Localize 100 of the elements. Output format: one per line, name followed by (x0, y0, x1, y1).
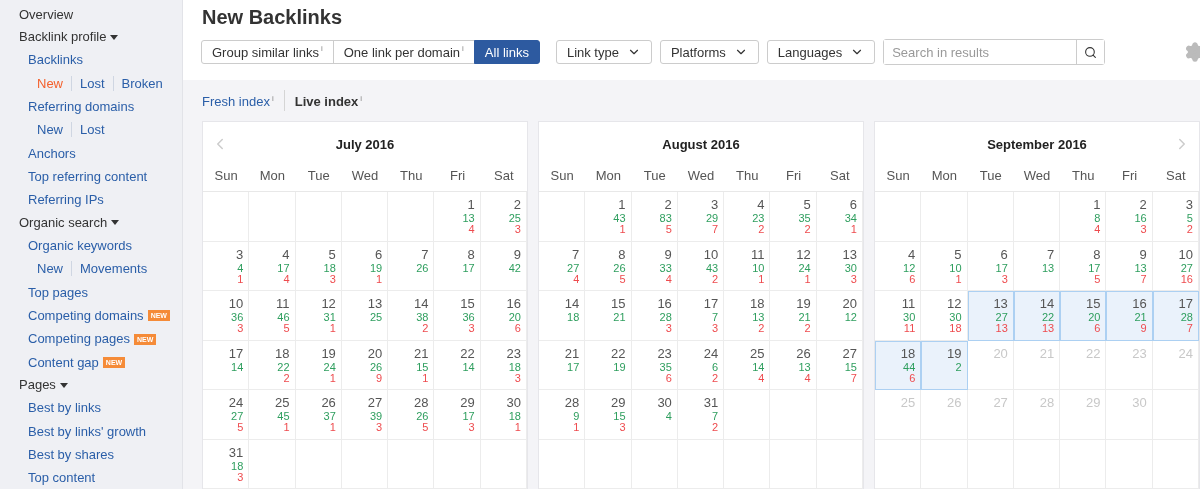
calendar-day[interactable]: 2 25 3 (480, 192, 527, 242)
calendar-day[interactable]: 2 16 3 (1106, 192, 1153, 242)
calendar-day[interactable]: 27 39 3 (341, 390, 389, 440)
calendar-day[interactable]: 27 15 7 (816, 340, 863, 390)
calendar-day[interactable]: 31 18 3 (203, 439, 250, 489)
calendar-day[interactable]: 2 83 5 (631, 192, 678, 242)
calendar-day[interactable]: 1 8 4 (1060, 192, 1107, 242)
calendar-day[interactable]: 26 13 4 (770, 340, 817, 390)
calendar-day[interactable]: 9 13 7 (1106, 241, 1153, 291)
calendar-day[interactable]: 16 20 6 (480, 291, 527, 341)
calendar-day[interactable]: 18 13 2 (724, 291, 771, 341)
calendar-day[interactable]: 16 28 3 (631, 291, 678, 341)
calendar-day[interactable]: 31 7 2 (677, 390, 725, 440)
calendar-day[interactable]: 20 26 9 (341, 340, 389, 390)
link-mode-button[interactable]: All links (473, 40, 540, 64)
calendar-day[interactable]: 6 19 1 (341, 241, 389, 291)
calendar-day[interactable]: 20 12 (816, 291, 863, 341)
calendar-day[interactable]: 5 18 3 (295, 241, 342, 291)
calendar-day[interactable]: 14 22 13 (1013, 291, 1061, 341)
nav-link[interactable]: Organic keywords (28, 233, 182, 258)
calendar-day[interactable]: 10 36 3 (203, 291, 250, 341)
calendar-day[interactable]: 3 29 7 (677, 192, 725, 242)
calendar-day[interactable]: 13 30 3 (816, 241, 863, 291)
nav-link[interactable]: Top pages (28, 280, 182, 304)
calendar-day[interactable]: 25 45 1 (249, 390, 296, 440)
sub-nav-link[interactable]: Movements (71, 261, 156, 277)
calendar-day[interactable]: 10 27 16 (1152, 241, 1199, 291)
calendar-day[interactable]: 6 17 3 (967, 241, 1014, 291)
calendar-day[interactable]: 17 14 (203, 340, 250, 390)
filter-dropdown[interactable]: Platforms (659, 40, 759, 64)
calendar-day[interactable]: 21 15 1 (388, 340, 435, 390)
calendar-day[interactable]: 30 4 (631, 390, 678, 440)
nav-link[interactable]: Overview (19, 4, 182, 26)
nav-link[interactable]: Backlinks (28, 48, 182, 72)
calendar-day[interactable]: 15 21 (585, 291, 632, 341)
calendar-day[interactable]: 21 17 (539, 340, 586, 390)
index-tab[interactable]: Live index$^{i}$ (283, 89, 373, 111)
calendar-day[interactable]: 18 22 2 (249, 340, 296, 390)
nav-link[interactable]: Anchors (28, 141, 182, 165)
calendar-day[interactable]: 28 9 1 (539, 390, 586, 440)
calendar-day[interactable]: 7 13 (1013, 241, 1061, 291)
nav-link[interactable]: Top content (28, 466, 182, 489)
calendar-day[interactable]: 8 17 (434, 241, 481, 291)
calendar-day[interactable]: 9 42 (480, 241, 527, 291)
calendar-day[interactable]: 1 13 4 (434, 192, 481, 242)
link-mode-button[interactable]: Group similar links$^{i}$ (201, 40, 334, 64)
nav-section[interactable]: Pages (19, 374, 182, 397)
sub-nav-link[interactable]: Lost (71, 75, 113, 91)
calendar-day[interactable]: 23 18 3 (480, 340, 527, 390)
calendar-day[interactable]: 26 37 1 (295, 390, 342, 440)
calendar-day[interactable]: 4 17 4 (249, 241, 296, 291)
nav-link[interactable]: Best by links' growth (28, 419, 182, 444)
filter-dropdown[interactable]: Languages (766, 40, 876, 64)
nav-link[interactable]: Best by links (28, 396, 182, 420)
calendar-day[interactable]: 19 2 (921, 340, 968, 390)
calendar-day[interactable]: 7 27 4 (539, 241, 586, 291)
calendar-day[interactable]: 24 6 2 (677, 340, 725, 390)
nav-link[interactable]: Referring domains (28, 94, 182, 119)
calendar-day[interactable]: 24 27 5 (203, 390, 250, 440)
calendar-day[interactable]: 19 24 1 (295, 340, 342, 390)
calendar-day[interactable]: 8 17 5 (1060, 241, 1107, 291)
calendar-day[interactable]: 19 21 2 (770, 291, 817, 341)
sub-nav-link[interactable]: Broken (112, 75, 171, 91)
nav-link[interactable]: Best by shares (28, 443, 182, 467)
nav-section[interactable]: Organic search (19, 211, 182, 234)
calendar-day[interactable]: 11 46 5 (249, 291, 296, 341)
nav-link[interactable]: Referring IPs (28, 188, 182, 212)
filter-dropdown[interactable]: Link type (555, 40, 652, 64)
calendar-day[interactable]: 13 25 (341, 291, 389, 341)
calendar-day[interactable]: 14 38 2 (388, 291, 435, 341)
calendar-day[interactable]: 7 26 (388, 241, 435, 291)
calendar-day[interactable]: 28 26 5 (388, 390, 435, 440)
calendar-day[interactable]: 12 30 18 (921, 291, 968, 341)
calendar-day[interactable]: 11 10 1 (724, 241, 771, 291)
calendar-day[interactable]: 9 33 4 (631, 241, 678, 291)
calendar-day[interactable]: 17 7 3 (677, 291, 725, 341)
calendar-day[interactable]: 29 15 3 (585, 390, 632, 440)
calendar-day[interactable]: 13 27 13 (967, 291, 1014, 341)
calendar-day[interactable]: 6 34 1 (816, 192, 863, 242)
calendar-day[interactable]: 16 21 9 (1106, 291, 1153, 341)
search-button[interactable] (1076, 40, 1105, 64)
calendar-day[interactable]: 5 10 1 (921, 241, 968, 291)
calendar-day[interactable]: 14 18 (539, 291, 586, 341)
calendar-day[interactable]: 15 36 3 (434, 291, 481, 341)
calendar-day[interactable]: 12 31 1 (295, 291, 342, 341)
calendar-day[interactable]: 10 43 2 (677, 241, 725, 291)
calendar-day[interactable]: 3 5 2 (1152, 192, 1199, 242)
sub-nav-link[interactable]: New (37, 261, 71, 277)
calendar-day[interactable]: 18 44 6 (875, 340, 922, 390)
calendar-day[interactable]: 22 19 (585, 340, 632, 390)
nav-link[interactable]: Top referring content (28, 165, 182, 189)
calendar-day[interactable]: 22 14 (434, 340, 481, 390)
calendar-day[interactable]: 17 28 7 (1152, 291, 1199, 341)
calendar-day[interactable]: 1 43 1 (585, 192, 632, 242)
calendar-day[interactable]: 12 24 1 (770, 241, 817, 291)
calendar-day[interactable]: 23 35 6 (631, 340, 678, 390)
calendar-day[interactable]: 29 17 3 (434, 390, 481, 440)
calendar-day[interactable]: 5 35 2 (770, 192, 817, 242)
nav-section[interactable]: Backlink profile (19, 26, 182, 48)
link-mode-button[interactable]: One link per domain$^{i}$ (332, 40, 475, 64)
